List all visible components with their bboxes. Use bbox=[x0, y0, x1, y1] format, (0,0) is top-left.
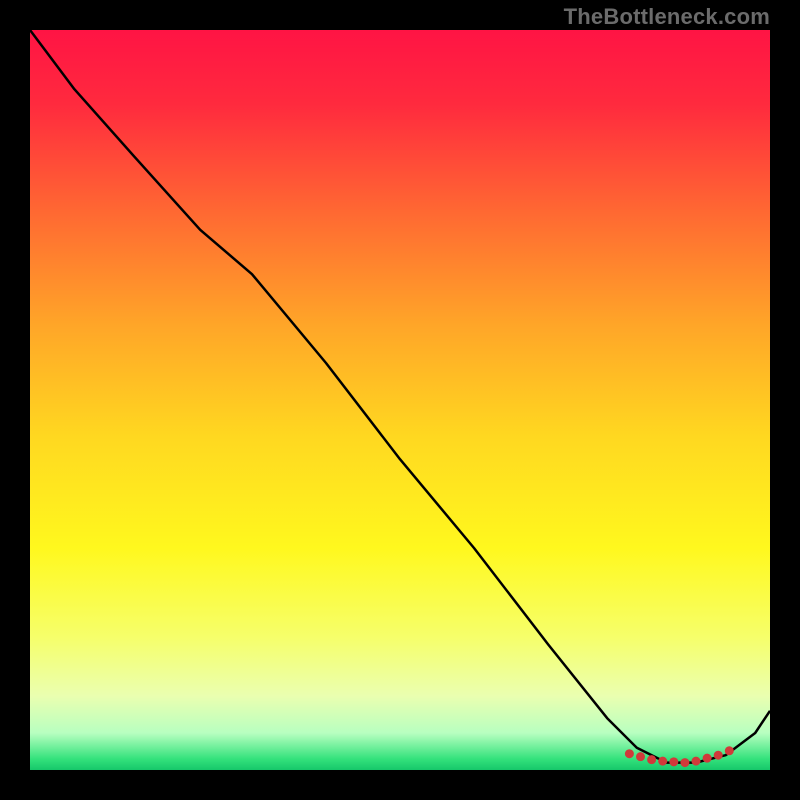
marker-point bbox=[714, 751, 723, 760]
plot-background bbox=[30, 30, 770, 770]
marker-point bbox=[625, 749, 634, 758]
marker-point bbox=[703, 754, 712, 763]
marker-point bbox=[647, 755, 656, 764]
marker-point bbox=[692, 757, 701, 766]
bottleneck-chart bbox=[0, 0, 800, 800]
watermark-text: TheBottleneck.com bbox=[564, 4, 770, 30]
marker-point bbox=[636, 752, 645, 761]
marker-point bbox=[658, 757, 667, 766]
chart-frame: TheBottleneck.com bbox=[0, 0, 800, 800]
marker-point bbox=[669, 757, 678, 766]
marker-point bbox=[680, 758, 689, 767]
marker-point bbox=[725, 746, 734, 755]
